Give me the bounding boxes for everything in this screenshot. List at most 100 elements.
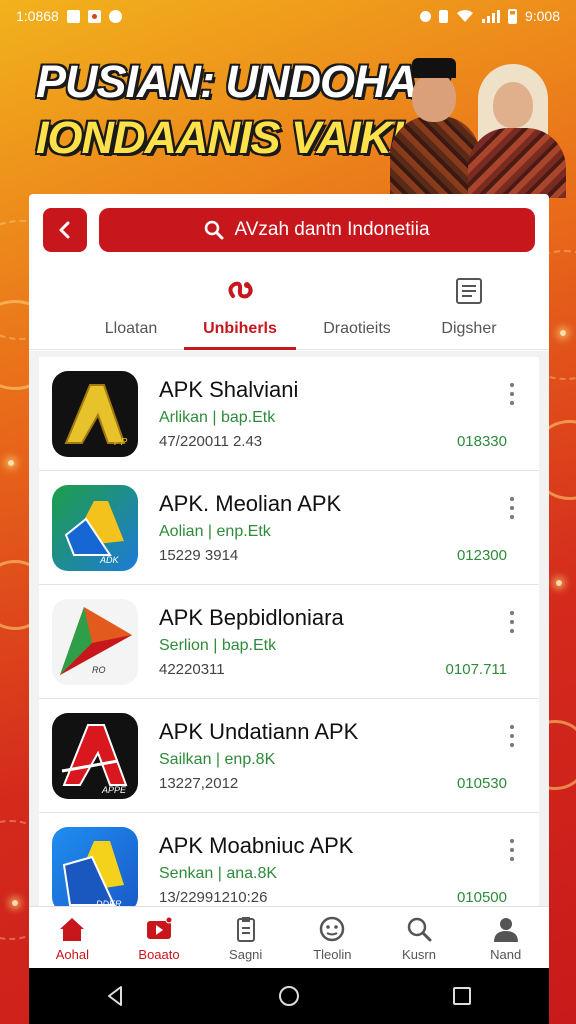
tab-lloatan[interactable]: Lloatan: [71, 266, 191, 350]
nav-label: Aohal: [55, 947, 89, 962]
notification-icon: [66, 9, 80, 23]
signal-icon: [481, 9, 500, 23]
system-navigation-bar: [29, 968, 549, 1024]
app-date: 13/22991210:26: [159, 889, 268, 906]
tab-draotieits[interactable]: Draotieits: [297, 266, 417, 350]
list-item[interactable]: APPE APK Undatiann APK Sailkan | enp.8K …: [39, 699, 539, 813]
svg-text:DDER: DDER: [96, 899, 122, 906]
video-icon: [147, 916, 173, 939]
search-icon: [205, 220, 224, 240]
app-size: 0107.711: [445, 661, 507, 678]
app-list: PP APK Shalviani Arlikan | bap.Etk 47/22…: [39, 357, 539, 906]
nav-label: Tleolin: [313, 947, 352, 962]
vibrate-icon: [438, 9, 448, 23]
list-item[interactable]: DDER APK Moabniuc APK Senkan | ana.8K 13…: [39, 813, 539, 906]
app-size: 018330: [456, 433, 507, 450]
recents-square-icon[interactable]: [450, 984, 474, 1008]
chevron-left-icon: [59, 221, 70, 239]
nav-label: Boaato: [138, 947, 180, 962]
nav-item-boaato[interactable]: Boaato: [116, 907, 203, 968]
svg-text:APPE: APPE: [101, 785, 127, 795]
nav-item-aohal[interactable]: Aohal: [29, 907, 116, 968]
tab-unbiherls[interactable]: Unbiherls: [184, 266, 296, 350]
bottom-navigation: Aohal Boaato Sagni Tleolin Kusrn Nand: [29, 906, 549, 968]
app-subtitle: Aolian | enp.Etk: [159, 523, 271, 540]
search-row: AVzah dantn Indonetiia: [43, 208, 535, 254]
app-date: 13227,2012: [159, 775, 239, 792]
app-name: APK Shalviani: [159, 377, 299, 402]
app-name: APK Undatiann APK: [159, 719, 359, 744]
nav-item-tleolin[interactable]: Tleolin: [289, 907, 376, 968]
document-icon: [456, 278, 482, 304]
tab-label: Unbiherls: [203, 320, 277, 337]
settings-notification-icon: [108, 9, 122, 23]
back-triangle-icon[interactable]: [104, 984, 128, 1008]
back-button[interactable]: [43, 208, 87, 252]
main-card: AVzah dantn Indonetiia Lloatan Unbiherls…: [29, 194, 549, 968]
search-icon: [407, 917, 432, 942]
blue-yellow-icon: DDER: [52, 827, 138, 906]
svg-text:RO: RO: [92, 665, 106, 675]
red-a-icon: APPE: [52, 713, 138, 799]
nav-label: Nand: [490, 947, 522, 962]
app-subtitle: Serlion | bap.Etk: [159, 637, 277, 654]
app-name: APK Bepbidloniara: [159, 605, 344, 630]
battery-icon: [507, 8, 517, 24]
svg-text:ADK: ADK: [99, 555, 120, 565]
status-right: 9:008: [419, 8, 560, 24]
tab-digsher[interactable]: Digsher: [409, 266, 529, 350]
status-time-right: 9:008: [524, 8, 560, 24]
app-subtitle: Senkan | ana.8K: [159, 865, 278, 882]
more-options-icon[interactable]: [509, 611, 515, 633]
banner-title-line1: PUSIAN: UNDOHAN: [36, 56, 449, 107]
list-item[interactable]: ADK APK. Meolian APK Aolian | enp.Etk 15…: [39, 471, 539, 585]
search-input[interactable]: AVzah dantn Indonetiia: [99, 208, 535, 252]
share-loop-icon: [228, 281, 253, 299]
nav-item-sagni[interactable]: Sagni: [202, 907, 289, 968]
app-subtitle: Arlikan | bap.Etk: [159, 409, 276, 426]
app-list-container: PP APK Shalviani Arlikan | bap.Etk 47/22…: [29, 351, 549, 906]
tab-label: Lloatan: [104, 320, 158, 337]
app-size: 012300: [456, 547, 507, 564]
play-triangle-icon: RO: [52, 599, 138, 685]
sync-icon: [419, 10, 431, 22]
user-icon: [493, 918, 518, 942]
clipboard-icon: [236, 917, 255, 942]
more-options-icon[interactable]: [509, 725, 515, 747]
more-options-icon[interactable]: [509, 497, 515, 519]
status-left: 1:0868: [16, 8, 122, 24]
list-item[interactable]: RO APK Bepbidloniara Serlion | bap.Etk 4…: [39, 585, 539, 699]
app-size: 010530: [456, 775, 507, 792]
app-date: 42220311: [159, 661, 225, 678]
promo-banner[interactable]: PUSIAN: UNDOHAN IONDAANIS VAIKIA: [0, 32, 576, 198]
list-item[interactable]: PP APK Shalviani Arlikan | bap.Etk 47/22…: [39, 357, 539, 471]
banner-title-line2: IONDAANIS VAIKIA: [36, 112, 435, 163]
app-name: APK. Meolian APK: [159, 491, 342, 516]
tab-label: Draotieits: [323, 320, 391, 337]
tab-label: Digsher: [441, 320, 497, 337]
app-name: APK Moabniuc APK: [159, 833, 354, 858]
nav-item-kusrn[interactable]: Kusrn: [376, 907, 463, 968]
search-text: AVzah dantn Indonetiia: [234, 219, 430, 240]
more-options-icon[interactable]: [509, 383, 515, 405]
wifi-icon: [456, 10, 473, 22]
woman-illustration: [466, 50, 566, 198]
app-subtitle: Sailkan | enp.8K: [159, 751, 276, 768]
home-circle-icon[interactable]: [277, 984, 301, 1008]
nav-item-nand[interactable]: Nand: [462, 907, 549, 968]
status-time-left: 1:0868: [16, 8, 59, 24]
app-notification-icon: [87, 9, 101, 23]
svg-text:PP: PP: [114, 437, 128, 448]
face-icon: [320, 916, 345, 942]
blue-drive-icon: ADK: [52, 485, 138, 571]
app-date: 15229 3914: [159, 547, 239, 564]
nav-label: Kusrn: [402, 947, 436, 962]
gold-a-icon: PP: [52, 371, 138, 457]
nav-label: Sagni: [229, 947, 263, 962]
status-bar: 1:0868 9:008: [0, 0, 576, 32]
more-options-icon[interactable]: [509, 839, 515, 861]
tab-bar: Lloatan Unbiherls Draotieits Digsher: [29, 266, 549, 350]
home-icon: [60, 918, 85, 941]
app-date: 47/220011 2.43: [159, 433, 263, 450]
app-size: 010500: [456, 889, 507, 906]
